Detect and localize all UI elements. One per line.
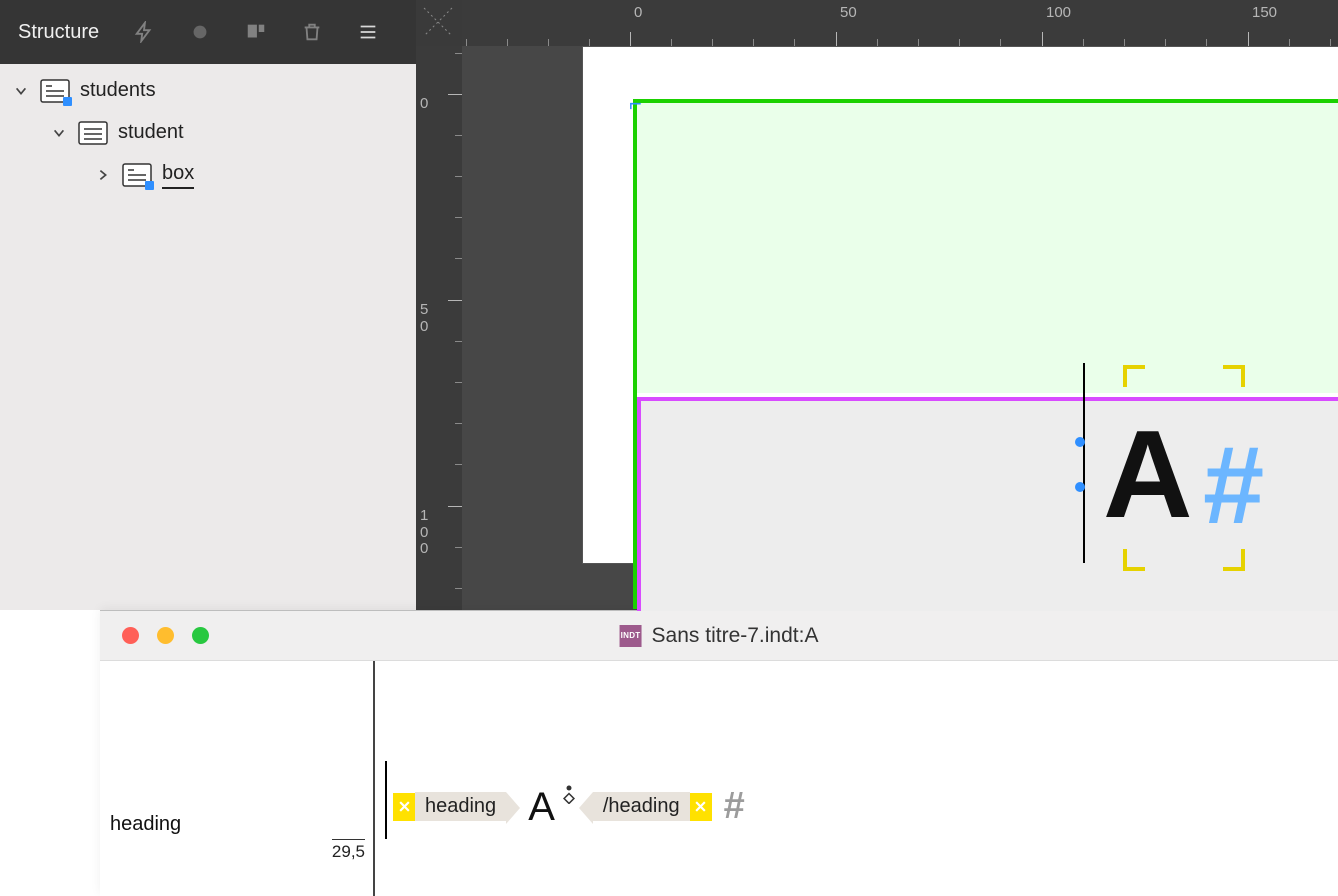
horizontal-ruler[interactable]: 0 50 100 150 [462, 0, 1338, 46]
chevron-down-icon[interactable] [12, 84, 30, 98]
tree-node-student[interactable]: student [0, 112, 416, 154]
ruler-tick-label: 100 [1046, 4, 1071, 21]
window-title-text: Sans titre-7.indt:A [652, 624, 819, 648]
panel-menu-icon[interactable] [357, 21, 379, 43]
ruler-tick-label: 0 [634, 4, 642, 21]
window-zoom-button[interactable] [192, 627, 209, 644]
ruler-tick-label: 100 [420, 508, 428, 558]
ruler-origin-corner[interactable] [416, 0, 462, 46]
selection-corner-icon [1123, 365, 1145, 387]
story-editor-titlebar[interactable]: INDT Sans titre-7.indt:A [100, 611, 1338, 661]
record-icon[interactable] [189, 21, 211, 43]
chevron-down-icon[interactable] [50, 126, 68, 140]
tag-open-label: heading [415, 792, 506, 821]
end-of-story-glyph: # [1203, 431, 1264, 541]
frame-handle[interactable] [1075, 437, 1085, 447]
selection-corner-icon [1223, 549, 1245, 571]
window-minimize-button[interactable] [157, 627, 174, 644]
lightning-icon[interactable] [133, 21, 155, 43]
in-port-icon[interactable]: ⌐ [629, 91, 642, 117]
indt-document-icon: INDT [620, 625, 642, 647]
window-title: INDT Sans titre-7.indt:A [620, 624, 819, 648]
ruler-tick-label: 0 [420, 96, 428, 113]
chevron-right-icon[interactable] [94, 168, 112, 182]
selection-corner-icon [1123, 549, 1145, 571]
element-icon [78, 121, 108, 145]
tree-node-label: students [80, 79, 156, 104]
element-icon [122, 163, 152, 187]
trash-icon[interactable] [301, 21, 323, 43]
selection-corner-icon [1223, 365, 1245, 387]
structure-panel: students student box [0, 64, 416, 610]
story-text-content[interactable]: A [524, 787, 559, 827]
master-text-glyph: A [1103, 413, 1193, 537]
end-of-story-marker: # [716, 785, 745, 828]
story-caret [385, 761, 387, 839]
panel-header-icons [133, 21, 379, 43]
story-content-area[interactable]: heading A /heading # [375, 661, 1338, 896]
element-icon [40, 79, 70, 103]
tag-marker-icon [393, 793, 415, 821]
tagged-text-row: heading A /heading # [393, 785, 745, 828]
ruler-tick-label: 150 [1252, 4, 1277, 21]
document-area: 0 50 100 150 0 50 100 ⌐ A # [416, 0, 1338, 610]
tag-close-marker[interactable]: /heading [579, 792, 712, 821]
paragraph-style-name: heading [110, 813, 181, 836]
vertical-ruler[interactable]: 0 50 100 [416, 46, 462, 610]
window-controls [100, 627, 209, 644]
tree-node-label: box [162, 162, 194, 189]
tag-open-marker[interactable]: heading [393, 792, 520, 821]
structure-panel-header: Structure [0, 0, 416, 64]
paragraph-style-size: 29,5 [332, 839, 365, 862]
tree-node-label: student [118, 121, 184, 146]
anchored-object-marker-icon [563, 784, 575, 810]
document-page[interactable]: ⌐ A # [582, 46, 1338, 564]
tree-node-box[interactable]: box [0, 154, 416, 196]
panel-title: Structure [18, 21, 99, 44]
page-split-icon[interactable] [245, 21, 267, 43]
ruler-tick-label: 50 [840, 4, 857, 21]
window-close-button[interactable] [122, 627, 139, 644]
ruler-tick-label: 50 [420, 302, 428, 335]
tag-close-label: /heading [593, 792, 690, 821]
paragraph-style-column: heading 29,5 [100, 661, 375, 896]
tree-node-students[interactable]: students [0, 70, 416, 112]
story-editor-window: INDT Sans titre-7.indt:A heading 29,5 he… [100, 610, 1338, 896]
text-caret [1083, 363, 1085, 563]
tag-marker-icon [690, 793, 712, 821]
xml-structure-tree: students student box [0, 64, 416, 196]
frame-handle[interactable] [1075, 482, 1085, 492]
